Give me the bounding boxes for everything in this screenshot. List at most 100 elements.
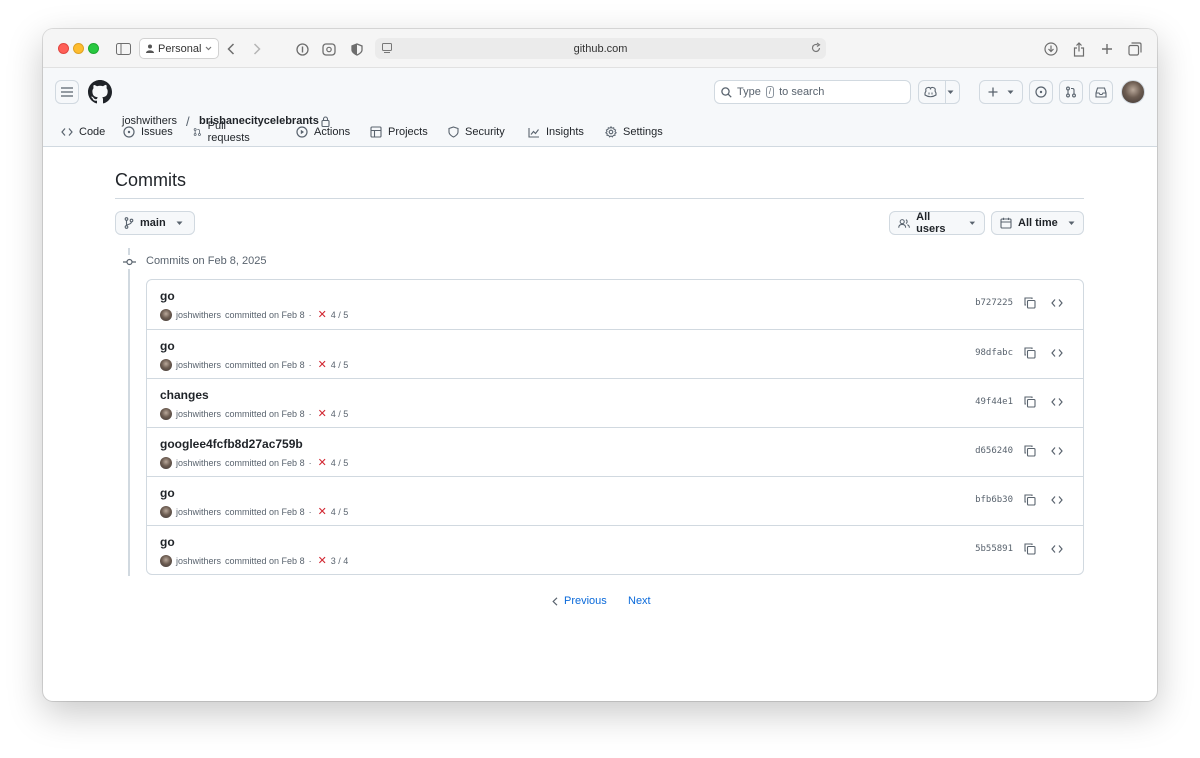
meta-separator: · bbox=[308, 457, 312, 468]
pull-requests-button[interactable] bbox=[1059, 80, 1083, 104]
commit-sha[interactable]: 5b55891 bbox=[975, 544, 1013, 554]
check-count[interactable]: 4 / 5 bbox=[331, 409, 349, 419]
check-count[interactable]: 4 / 5 bbox=[331, 310, 349, 320]
browse-code-icon[interactable] bbox=[1049, 492, 1065, 508]
check-count[interactable]: 4 / 5 bbox=[331, 507, 349, 517]
share-icon[interactable] bbox=[1069, 39, 1089, 59]
back-icon[interactable] bbox=[221, 39, 241, 59]
copy-icon[interactable] bbox=[1022, 295, 1038, 311]
commit-author[interactable]: joshwithers bbox=[176, 409, 221, 419]
failed-check-icon[interactable]: ✕ bbox=[318, 554, 327, 567]
copy-icon[interactable] bbox=[1022, 345, 1038, 361]
avatar[interactable] bbox=[160, 358, 172, 371]
avatar[interactable] bbox=[160, 456, 172, 469]
reload-icon[interactable] bbox=[810, 41, 822, 55]
tab-actions[interactable]: Actions bbox=[296, 119, 350, 145]
table-row[interactable]: googlee4fcfb8d27ac759b joshwithers commi… bbox=[147, 427, 1083, 476]
commit-author[interactable]: joshwithers bbox=[176, 310, 221, 320]
password-extension-icon[interactable] bbox=[292, 39, 312, 59]
table-row[interactable]: changes joshwithers committed on Feb 8 ·… bbox=[147, 378, 1083, 427]
avatar[interactable] bbox=[160, 505, 172, 518]
tab-label: Security bbox=[465, 126, 505, 138]
browse-code-icon[interactable] bbox=[1049, 345, 1065, 361]
copy-icon[interactable] bbox=[1022, 443, 1038, 459]
commit-sha[interactable]: b727225 bbox=[975, 298, 1013, 308]
commit-action: committed on Feb 8 bbox=[225, 408, 305, 419]
table-row[interactable]: go joshwithers committed on Feb 8 · ✕ 3 … bbox=[147, 525, 1083, 574]
copy-icon[interactable] bbox=[1022, 492, 1038, 508]
minimize-window-button[interactable] bbox=[73, 43, 84, 54]
copy-icon[interactable] bbox=[1022, 394, 1038, 410]
avatar[interactable] bbox=[160, 554, 172, 567]
tab-pull-requests[interactable]: Pull requests bbox=[193, 119, 253, 145]
tab-insights[interactable]: Insights bbox=[528, 119, 584, 145]
zoom-window-button[interactable] bbox=[88, 43, 99, 54]
commit-message[interactable]: go bbox=[160, 339, 175, 353]
page-title: Commits bbox=[115, 170, 186, 190]
create-new-button[interactable] bbox=[979, 80, 1023, 104]
commit-author[interactable]: joshwithers bbox=[176, 507, 221, 517]
commit-sha[interactable]: 98dfabc bbox=[975, 348, 1013, 358]
copilot-chevron-down-icon[interactable] bbox=[947, 90, 954, 95]
tab-overview-icon[interactable] bbox=[1125, 39, 1145, 59]
commit-message[interactable]: go bbox=[160, 535, 175, 549]
check-count[interactable]: 3 / 4 bbox=[331, 556, 349, 566]
time-filter-button[interactable]: All time bbox=[991, 211, 1084, 235]
profile-selector[interactable]: Personal bbox=[139, 38, 220, 59]
commit-sha[interactable]: 49f44e1 bbox=[975, 397, 1013, 407]
commit-message[interactable]: changes bbox=[160, 388, 209, 402]
branch-selector-button[interactable]: main bbox=[115, 211, 195, 235]
close-window-button[interactable] bbox=[58, 43, 69, 54]
tab-settings[interactable]: Settings bbox=[605, 119, 663, 145]
sidebar-toggle-icon[interactable] bbox=[113, 39, 133, 59]
shield-extension-icon[interactable] bbox=[347, 39, 367, 59]
timeline-line bbox=[128, 268, 130, 576]
commit-message[interactable]: googlee4fcfb8d27ac759b bbox=[160, 437, 303, 451]
commit-author[interactable]: joshwithers bbox=[176, 458, 221, 468]
commit-author[interactable]: joshwithers bbox=[176, 360, 221, 370]
previous-page-button[interactable]: Previous bbox=[552, 595, 607, 607]
breadcrumb-separator: / bbox=[186, 114, 190, 129]
check-count[interactable]: 4 / 5 bbox=[331, 360, 349, 370]
tab-projects[interactable]: Projects bbox=[370, 119, 428, 145]
table-row[interactable]: go joshwithers committed on Feb 8 · ✕ 4 … bbox=[147, 476, 1083, 525]
users-filter-button[interactable]: All users bbox=[889, 211, 985, 235]
table-row[interactable]: go joshwithers committed on Feb 8 · ✕ 4 … bbox=[147, 329, 1083, 378]
failed-check-icon[interactable]: ✕ bbox=[318, 505, 327, 518]
avatar[interactable] bbox=[160, 308, 172, 321]
avatar[interactable] bbox=[160, 407, 172, 420]
copy-icon[interactable] bbox=[1022, 541, 1038, 557]
commit-sha[interactable]: d656240 bbox=[975, 446, 1013, 456]
browse-code-icon[interactable] bbox=[1049, 443, 1065, 459]
failed-check-icon[interactable]: ✕ bbox=[318, 407, 327, 420]
commit-sha[interactable]: bfb6b30 bbox=[975, 495, 1013, 505]
global-menu-button[interactable] bbox=[55, 80, 79, 104]
tab-security[interactable]: Security bbox=[448, 119, 505, 145]
tab-issues[interactable]: Issues bbox=[123, 119, 173, 145]
next-page-button[interactable]: Next bbox=[628, 595, 651, 607]
github-logo-icon[interactable] bbox=[88, 80, 112, 104]
check-count[interactable]: 4 / 5 bbox=[331, 458, 349, 468]
search-input[interactable]: Type / to search bbox=[714, 80, 911, 104]
code-icon bbox=[61, 128, 73, 136]
page-menu-icon[interactable] bbox=[381, 41, 393, 55]
inbox-button[interactable] bbox=[1089, 80, 1113, 104]
failed-check-icon[interactable]: ✕ bbox=[318, 456, 327, 469]
browse-code-icon[interactable] bbox=[1049, 541, 1065, 557]
commit-author[interactable]: joshwithers bbox=[176, 556, 221, 566]
browse-code-icon[interactable] bbox=[1049, 394, 1065, 410]
address-bar[interactable]: github.com bbox=[375, 38, 826, 59]
browse-code-icon[interactable] bbox=[1049, 295, 1065, 311]
commit-message[interactable]: go bbox=[160, 289, 175, 303]
user-avatar[interactable] bbox=[1121, 80, 1145, 104]
table-row[interactable]: go joshwithers committed on Feb 8 · ✕ 4 … bbox=[147, 280, 1083, 329]
forward-icon[interactable] bbox=[247, 39, 267, 59]
tab-code[interactable]: Code bbox=[61, 119, 105, 145]
translate-extension-icon[interactable] bbox=[319, 39, 339, 59]
failed-check-icon[interactable]: ✕ bbox=[318, 358, 327, 371]
failed-check-icon[interactable]: ✕ bbox=[318, 308, 327, 321]
new-tab-icon[interactable] bbox=[1097, 39, 1117, 59]
issues-button[interactable] bbox=[1029, 80, 1053, 104]
downloads-icon[interactable] bbox=[1041, 39, 1061, 59]
commit-message[interactable]: go bbox=[160, 486, 175, 500]
